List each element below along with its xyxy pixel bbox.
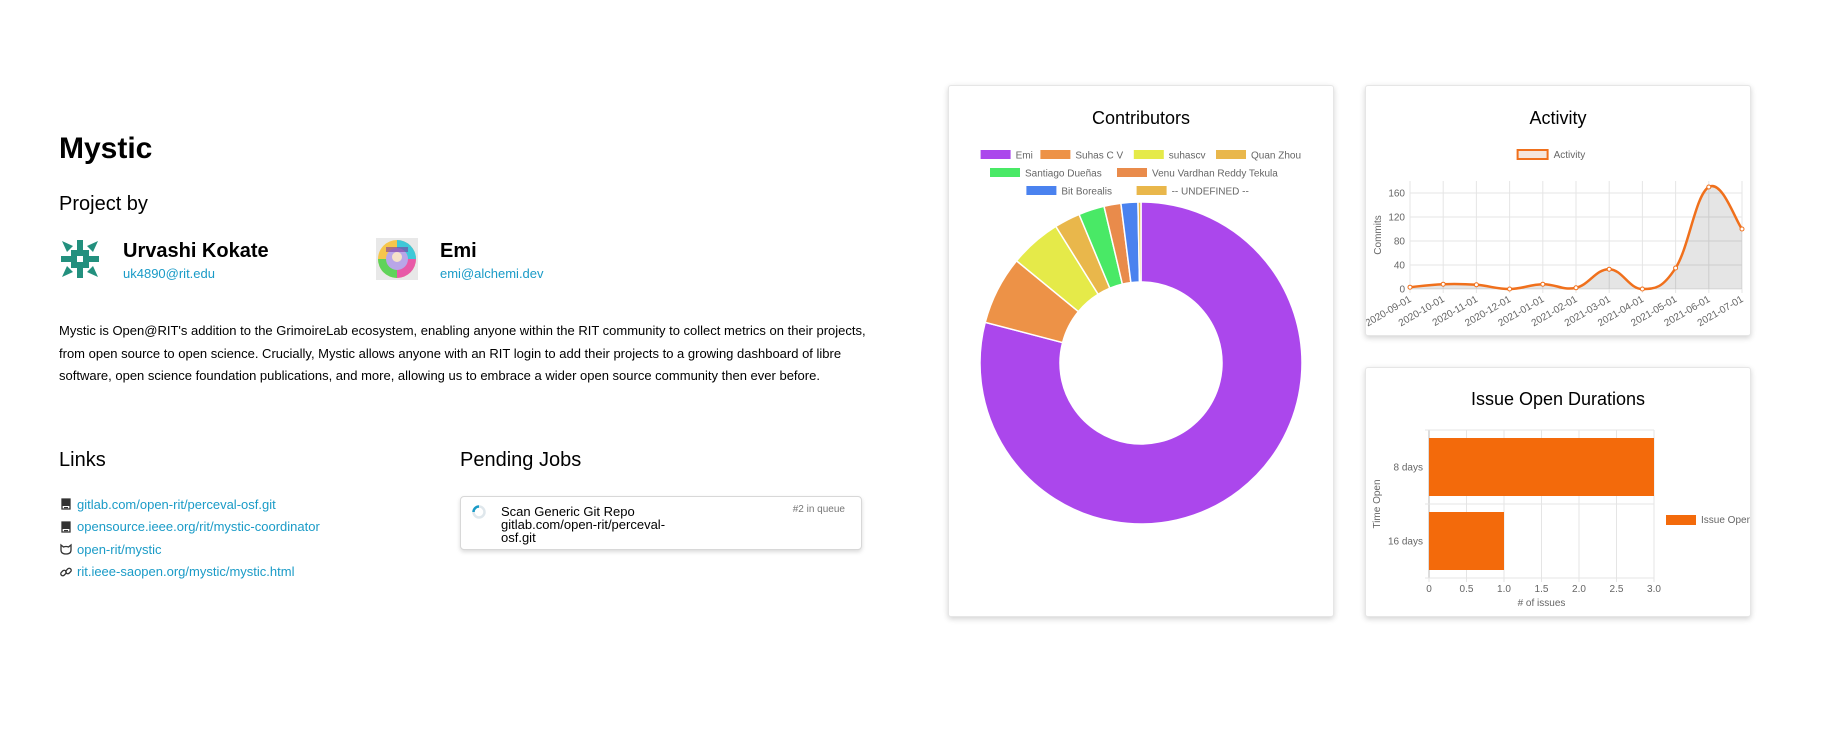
- data-point: [1440, 281, 1446, 287]
- legend-swatch: [980, 150, 1011, 159]
- legend-label: Quan Zhou: [1251, 151, 1301, 162]
- spinner-icon: [472, 505, 486, 519]
- bar: [1429, 512, 1504, 570]
- legend-label: Bit Borealis: [1061, 187, 1112, 198]
- data-point: [1407, 284, 1413, 290]
- x-tick-label: 2.5: [1610, 584, 1624, 595]
- pending-jobs-heading: Pending Jobs: [460, 449, 582, 471]
- contributors-donut-chart: Emi Suhas C V suhascv Quan Zhou Santiago Due…: [979, 150, 1303, 525]
- legend-swatch: [1136, 186, 1167, 195]
- x-tick-label: 3.0: [1647, 584, 1661, 595]
- y-tick-label: 0: [1399, 285, 1405, 296]
- person-email-link[interactable]: emi@alchemi.dev: [440, 266, 544, 281]
- link-mystic-coordinator[interactable]: opensource.ieee.org/rit/mystic-coordinat…: [77, 519, 320, 534]
- legend-swatch: [1516, 149, 1549, 160]
- data-point: [1507, 286, 1513, 292]
- project-description: Mystic is Open@RIT's addition to the Gri…: [59, 323, 866, 383]
- data-point: [1473, 282, 1479, 288]
- github-icon: [59, 542, 73, 556]
- list-item: opensource.ieee.org/rit/mystic-coordinat…: [59, 516, 320, 539]
- data-point: [1706, 184, 1712, 190]
- legend-swatch: [1666, 515, 1696, 525]
- legend-swatch: [1133, 150, 1164, 159]
- legend-label: Issue Open: [1701, 515, 1750, 526]
- y-axis-label: Time Open: [1372, 479, 1383, 528]
- link-gitlab-perceval-osf[interactable]: gitlab.com/open-rit/perceval-osf.git: [77, 497, 276, 512]
- link-icon: [59, 565, 73, 579]
- x-axis-label: # of issues: [1518, 598, 1566, 609]
- data-point: [1606, 266, 1612, 272]
- y-tick-label: 8 days: [1394, 463, 1423, 474]
- legend-label: suhascv: [1169, 151, 1206, 162]
- job-repo: gitlab.com/open-rit/perceval-osf.git: [501, 517, 666, 545]
- x-tick-label: 1.0: [1497, 584, 1511, 595]
- link-github-mystic[interactable]: open-rit/mystic: [77, 542, 162, 557]
- links-heading: Links: [59, 449, 106, 471]
- list-item: rit.ieee-saopen.org/mystic/mystic.html: [59, 561, 320, 584]
- list-item: open-rit/mystic: [59, 538, 320, 561]
- legend-label: Venu Vardhan Reddy Tekula: [1152, 169, 1278, 180]
- y-axis-label: Commits: [1373, 215, 1384, 254]
- pending-job-card[interactable]: Scan Generic Git Repo gitlab.com/open-ri…: [460, 496, 862, 550]
- legend-swatch: [1216, 150, 1246, 159]
- person-email-link[interactable]: uk4890@rit.edu: [123, 266, 215, 281]
- person-name: Emi: [440, 240, 477, 262]
- project-by-label: Project by: [59, 193, 148, 215]
- y-tick-label: 160: [1388, 189, 1405, 200]
- data-point: [1639, 286, 1645, 292]
- legend-label: -- UNDEFINED --: [1172, 187, 1249, 198]
- links-list: gitlab.com/open-rit/perceval-osf.git ope…: [59, 493, 320, 583]
- data-point: [1540, 281, 1546, 287]
- issue-durations-bar-chart: 0 0.5 1.0 1.5 2.0 2.5 3.0 8 days 16 days # of iss…: [1372, 429, 1750, 609]
- link-mystic-page[interactable]: rit.ieee-saopen.org/mystic/mystic.html: [77, 564, 294, 579]
- list-item: gitlab.com/open-rit/perceval-osf.git: [59, 493, 320, 516]
- book-icon: [59, 520, 73, 534]
- avatar: [59, 238, 101, 280]
- legend-swatch: [1117, 168, 1147, 177]
- y-tick-label: 120: [1388, 213, 1405, 224]
- bar: [1429, 438, 1654, 496]
- issue-durations-card: Issue Open Durations 0 0.5 1.0 1.5 2.0 2.5 3.0…: [1365, 367, 1751, 617]
- legend-swatch: [1040, 150, 1071, 159]
- y-tick-label: 40: [1394, 261, 1406, 272]
- activity-card: Activity Activity 0 40 80 120 160 2020-09-01 20…: [1365, 85, 1751, 336]
- x-tick-label: 2.0: [1572, 584, 1586, 595]
- data-point: [1673, 265, 1679, 271]
- activity-line-chart: Activity040801201602020-09-012020-10-012…: [1366, 149, 1746, 329]
- legend-label: Activity: [1554, 150, 1586, 161]
- data-point: [1739, 226, 1745, 232]
- y-tick-label: 16 days: [1388, 537, 1423, 548]
- legend-swatch: [990, 168, 1020, 177]
- person-name: Urvashi Kokate: [123, 240, 269, 262]
- job-queue-status: #2 in queue: [792, 504, 845, 515]
- contributors-card: Contributors Emi Suhas C Vsuhascv Quan Zho…: [948, 85, 1334, 617]
- data-point: [1573, 285, 1579, 291]
- x-tick-label: 0: [1426, 584, 1432, 595]
- legend-swatch: [1026, 186, 1057, 195]
- avatar: [376, 238, 418, 280]
- book-icon: [59, 497, 73, 511]
- x-tick-label: 0.5: [1460, 584, 1474, 595]
- page-title: Mystic: [59, 132, 153, 165]
- legend-label: Santiago Dueñas: [1025, 169, 1102, 180]
- x-tick-label: 1.5: [1535, 584, 1549, 595]
- legend-label: Emi: [1016, 151, 1033, 162]
- y-tick-label: 80: [1394, 237, 1406, 248]
- legend-label: Suhas C V: [1075, 151, 1123, 162]
